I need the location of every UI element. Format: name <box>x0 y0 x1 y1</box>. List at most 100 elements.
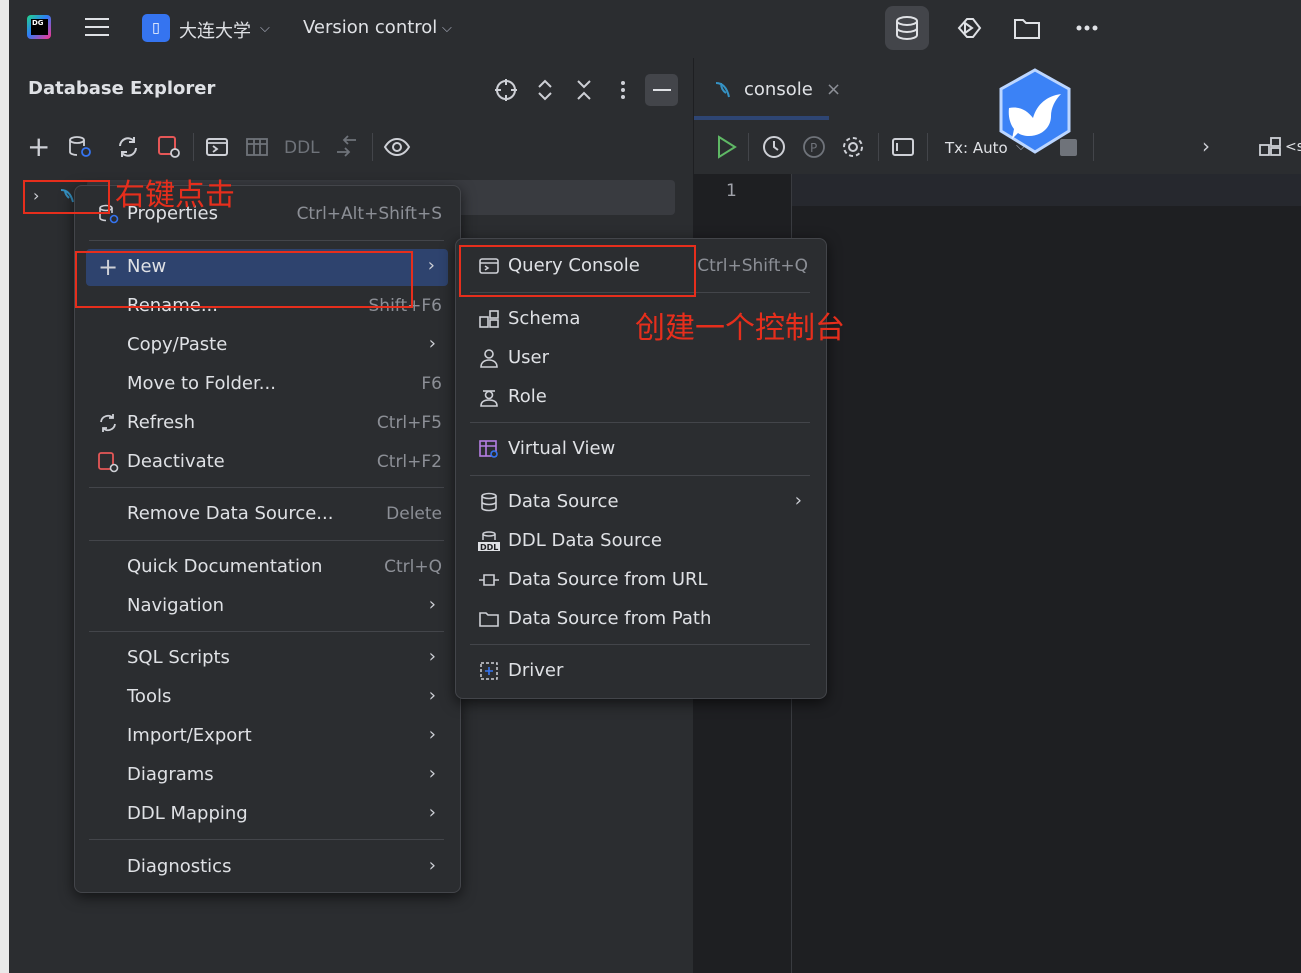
toolbar-separator <box>372 133 373 161</box>
annotation-box-query-console <box>459 245 696 297</box>
menu-separator <box>89 240 444 241</box>
menu-separator <box>89 839 444 840</box>
project-name[interactable]: 大连大学 <box>179 17 251 43</box>
table-icon <box>246 138 268 156</box>
menu-item-move-to-folder[interactable]: Move to Folder... F6 <box>75 366 460 403</box>
chevron-right-icon: › <box>427 255 435 276</box>
services-icon <box>957 18 982 38</box>
menu-label: Navigation <box>127 595 225 616</box>
menu-label: Import/Export <box>127 725 252 746</box>
chevron-down-icon[interactable]: ⌵ <box>442 21 452 36</box>
driver-icon <box>480 662 498 680</box>
menu-item-diagrams[interactable]: Diagrams › <box>75 757 460 794</box>
refresh-icon <box>100 414 116 432</box>
expand-all-icon[interactable] <box>534 78 556 102</box>
menu-item-tools[interactable]: Tools › <box>75 679 460 716</box>
main-menu-icon[interactable] <box>85 18 109 38</box>
collapse-all-icon[interactable] <box>573 78 595 102</box>
panel-title: Database Explorer <box>28 78 216 99</box>
console-icon[interactable] <box>204 134 230 160</box>
services-button[interactable] <box>945 6 989 50</box>
ddl-button: DDL <box>284 138 320 158</box>
menu-item-deactivate[interactable]: Deactivate Ctrl+F2 <box>75 444 460 481</box>
menu-item-remove-data-source[interactable]: Remove Data Source... Delete <box>75 496 460 533</box>
chevron-right-icon[interactable]: › <box>1202 134 1210 158</box>
annotation-box-new <box>75 251 413 308</box>
app-icon-text: DG <box>31 19 48 35</box>
menu-shortcut: Ctrl+F5 <box>376 413 442 433</box>
menu-label: Diagrams <box>127 764 214 785</box>
execute-icon[interactable] <box>714 134 738 160</box>
chevron-right-icon: › <box>428 646 436 667</box>
schema-icon <box>479 310 499 328</box>
disconnect-icon[interactable] <box>156 134 182 160</box>
chevron-right-icon: › <box>428 724 436 745</box>
annotation-right-click: 右键点击 <box>115 178 235 213</box>
console-tab-label[interactable]: console <box>744 79 813 100</box>
menu-item-diagnostics[interactable]: Diagnostics › <box>75 849 460 886</box>
settings-gear-icon[interactable] <box>840 134 866 160</box>
history-clock-icon[interactable] <box>761 134 787 160</box>
background-window-edge <box>0 0 9 973</box>
role-icon <box>480 390 498 407</box>
output-layout-icon[interactable] <box>890 134 916 160</box>
menu-label: Copy/Paste <box>127 334 228 355</box>
chevron-down-icon[interactable]: ⌵ <box>260 21 270 36</box>
project-badge[interactable]: ▯ <box>142 14 170 42</box>
add-icon[interactable]: + <box>27 133 50 161</box>
plug-url-icon <box>479 574 499 586</box>
toolbar-separator <box>878 133 879 161</box>
schema-selector[interactable]: <s <box>1285 139 1301 155</box>
menu-label: Deactivate <box>127 451 225 472</box>
menu-label: Quick Documentation <box>127 556 323 577</box>
menu-item-role[interactable]: Role <box>456 379 826 416</box>
schema-icon[interactable] <box>1258 135 1282 159</box>
menu-item-sql-scripts[interactable]: SQL Scripts › <box>75 640 460 677</box>
menu-separator <box>89 631 444 632</box>
hide-panel-button[interactable] <box>645 74 678 106</box>
chevron-right-icon: › <box>428 763 436 784</box>
data-source-properties-icon[interactable] <box>67 134 93 160</box>
more-actions-button[interactable] <box>1065 6 1109 50</box>
folder-icon <box>479 612 499 627</box>
menu-item-virtual-view[interactable]: Virtual View <box>456 431 826 468</box>
bird-app-icon[interactable] <box>995 68 1075 154</box>
menu-item-data-source[interactable]: Data Source › <box>456 484 826 521</box>
version-control-menu[interactable]: Version control <box>303 17 437 38</box>
svg-text:DDL: DDL <box>480 543 498 552</box>
chevron-right-icon: › <box>428 855 436 876</box>
menu-item-data-source-from-url[interactable]: Data Source from URL <box>456 562 826 599</box>
refresh-icon[interactable] <box>115 134 141 160</box>
menu-item-refresh[interactable]: Refresh Ctrl+F5 <box>75 405 460 442</box>
chevron-right-icon: › <box>428 802 436 823</box>
menu-shortcut: Ctrl+F2 <box>376 452 442 472</box>
menu-item-driver[interactable]: Driver <box>456 653 826 690</box>
locate-crosshair-icon[interactable] <box>494 78 518 102</box>
menu-label: Tools <box>127 686 172 707</box>
menu-label: Role <box>508 386 547 407</box>
menu-shortcut: F6 <box>421 374 442 394</box>
menu-item-ddl-data-source[interactable]: DDL DDL Data Source <box>456 523 826 560</box>
menu-item-navigation[interactable]: Navigation › <box>75 588 460 625</box>
database-tool-button[interactable] <box>885 6 929 50</box>
toolbar-separator <box>927 133 928 161</box>
user-icon <box>480 349 498 368</box>
menu-item-ddl-mapping[interactable]: DDL Mapping › <box>75 796 460 833</box>
line-number: 1 <box>726 181 737 201</box>
minimize-icon <box>653 89 671 91</box>
menu-item-quick-documentation[interactable]: Quick Documentation Ctrl+Q <box>75 549 460 586</box>
close-tab-icon[interactable]: × <box>826 79 841 100</box>
svg-text:P: P <box>810 141 817 155</box>
project-files-button[interactable] <box>1005 6 1049 50</box>
menu-item-copy-paste[interactable]: Copy/Paste › <box>75 327 460 364</box>
menu-label: Refresh <box>127 412 195 433</box>
view-options-eye-icon[interactable] <box>383 134 411 160</box>
menu-item-import-export[interactable]: Import/Export › <box>75 718 460 755</box>
datagrip-logo-icon[interactable]: DG <box>27 15 51 39</box>
menu-item-data-source-from-path[interactable]: Data Source from Path <box>456 601 826 638</box>
menu-label: Remove Data Source... <box>127 503 334 524</box>
menu-label: Driver <box>508 660 564 681</box>
options-vertical-icon[interactable] <box>612 78 634 102</box>
menu-shortcut: Ctrl+Shift+Q <box>697 256 808 276</box>
menu-separator <box>470 422 810 423</box>
